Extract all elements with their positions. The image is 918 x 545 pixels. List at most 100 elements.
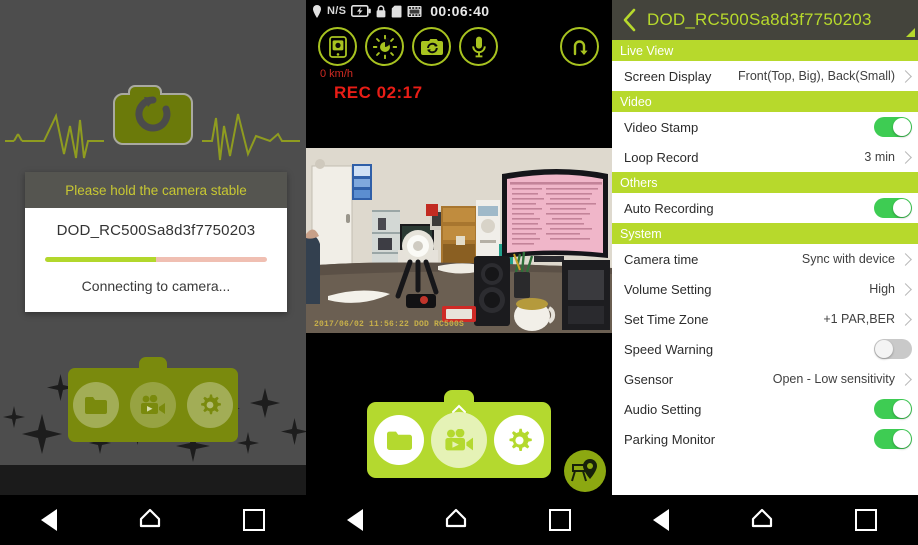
settings-row-control[interactable] bbox=[874, 399, 912, 419]
splash-bottom-strip bbox=[0, 465, 306, 495]
connection-status-text: Connecting to camera... bbox=[81, 278, 231, 294]
settings-row-label: Video Stamp bbox=[624, 119, 699, 135]
panel-connecting-splash: Please hold the camera stable DOD_RC500S… bbox=[0, 0, 306, 545]
settings-row[interactable]: Gsensor Open - Low sensitivity bbox=[612, 364, 918, 394]
speed-readout: 0 km/h bbox=[320, 68, 354, 80]
gear-icon[interactable] bbox=[494, 415, 544, 465]
toggle-switch[interactable] bbox=[874, 198, 912, 218]
toggle-switch[interactable] bbox=[874, 399, 912, 419]
resize-corner-icon bbox=[906, 28, 915, 37]
chevron-right-icon bbox=[899, 282, 912, 296]
settings-row[interactable]: Video Stamp bbox=[612, 112, 918, 142]
settings-row[interactable]: Auto Recording bbox=[612, 193, 918, 223]
settings-row[interactable]: Speed Warning bbox=[612, 334, 918, 364]
settings-row-control[interactable]: 3 min bbox=[864, 150, 912, 164]
recents-icon[interactable] bbox=[855, 509, 877, 531]
settings-row-control[interactable] bbox=[874, 198, 912, 218]
settings-row-control[interactable] bbox=[874, 429, 912, 449]
location-pin-icon bbox=[313, 4, 321, 18]
settings-row-value: High bbox=[869, 282, 895, 296]
settings-row[interactable]: Camera time Sync with device bbox=[612, 244, 918, 274]
section-header: Live View bbox=[612, 40, 918, 61]
live-video-feed[interactable]: 2017/06/02 11:56:22 DOD RC500S bbox=[306, 148, 612, 333]
android-navbar bbox=[612, 495, 918, 545]
back-icon[interactable] bbox=[41, 509, 57, 531]
settings-row-control[interactable] bbox=[874, 339, 912, 359]
toggle-knob bbox=[875, 340, 893, 358]
folder-icon bbox=[73, 382, 120, 428]
camera-status-bar: N/S 00:06:40 bbox=[306, 0, 612, 22]
screenshot-stage: Please hold the camera stable DOD_RC500S… bbox=[0, 0, 918, 545]
settings-row-value: Front(Top, Big), Back(Small) bbox=[738, 69, 895, 83]
camera-switch-icon[interactable] bbox=[412, 27, 451, 66]
settings-list: Live View Screen Display Front(Top, Big), … bbox=[612, 40, 918, 454]
settings-row-value: Open - Low sensitivity bbox=[772, 372, 895, 386]
return-arrow-icon[interactable] bbox=[560, 27, 599, 66]
settings-row-control[interactable]: Sync with device bbox=[802, 252, 912, 266]
settings-header: DOD_RC500Sa8d3f7750203 bbox=[612, 0, 918, 40]
dialog-header: Please hold the camera stable bbox=[25, 172, 287, 208]
dock-collapse-handle[interactable] bbox=[444, 390, 474, 414]
settings-row-label: Parking Monitor bbox=[624, 431, 716, 447]
camera-clock: 00:06:40 bbox=[430, 3, 490, 19]
chevron-right-icon bbox=[899, 312, 912, 326]
settings-row-value: 3 min bbox=[864, 150, 895, 164]
toggle-switch[interactable] bbox=[874, 117, 912, 137]
toggle-switch[interactable] bbox=[874, 429, 912, 449]
settings-row-label: Camera time bbox=[624, 251, 699, 267]
home-icon[interactable] bbox=[445, 508, 467, 533]
back-icon[interactable] bbox=[653, 509, 669, 531]
settings-row-label: Speed Warning bbox=[624, 341, 714, 357]
toggle-knob bbox=[893, 430, 911, 448]
connecting-dialog: Please hold the camera stable DOD_RC500S… bbox=[25, 172, 287, 312]
settings-row[interactable]: Parking Monitor bbox=[612, 424, 918, 454]
settings-row-control[interactable]: Front(Top, Big), Back(Small) bbox=[738, 69, 912, 83]
settings-row[interactable]: Volume Setting High bbox=[612, 274, 918, 304]
recents-icon[interactable] bbox=[549, 509, 571, 531]
settings-row[interactable]: Set Time Zone +1 PAR,BER bbox=[612, 304, 918, 334]
chevron-left-icon[interactable] bbox=[622, 7, 638, 33]
video-timestamp: 2017/06/02 11:56:22 DOD RC500S bbox=[314, 320, 465, 329]
settings-row[interactable]: Audio Setting bbox=[612, 394, 918, 424]
lock-icon bbox=[376, 4, 386, 17]
toggle-knob bbox=[893, 199, 911, 217]
chevron-right-icon bbox=[899, 252, 912, 266]
recents-icon[interactable] bbox=[243, 509, 265, 531]
settings-row-value: Sync with device bbox=[801, 252, 895, 266]
battery-charging-icon bbox=[351, 5, 372, 17]
settings-row-label: Volume Setting bbox=[624, 281, 712, 297]
settings-row-label: Audio Setting bbox=[624, 401, 702, 417]
settings-row-value: +1 PAR,BER bbox=[823, 312, 895, 326]
page-title: DOD_RC500Sa8d3f7750203 bbox=[647, 10, 872, 29]
toggle-knob bbox=[893, 400, 911, 418]
film-icon bbox=[407, 5, 422, 17]
dock-tab bbox=[139, 357, 167, 379]
chevron-right-icon bbox=[899, 150, 912, 164]
settings-row-label: Gsensor bbox=[624, 371, 674, 387]
video-camera-icon[interactable] bbox=[431, 412, 487, 468]
phone-snapshot-icon[interactable] bbox=[318, 27, 357, 66]
device-name: DOD_RC500Sa8d3f7750203 bbox=[56, 222, 256, 239]
connection-progress-fill bbox=[45, 257, 156, 262]
gear-icon bbox=[186, 382, 233, 428]
settings-row-control[interactable]: High bbox=[869, 282, 912, 296]
settings-row-control[interactable] bbox=[874, 117, 912, 137]
folder-icon[interactable] bbox=[374, 415, 424, 465]
toggle-switch[interactable] bbox=[874, 339, 912, 359]
settings-row[interactable]: Screen Display Front(Top, Big), Back(Smal… bbox=[612, 61, 918, 91]
settings-row-control[interactable]: +1 PAR,BER bbox=[823, 312, 912, 326]
microphone-icon[interactable] bbox=[459, 27, 498, 66]
map-pin-icon[interactable] bbox=[564, 450, 606, 492]
settings-row-label: Loop Record bbox=[624, 149, 699, 165]
home-icon[interactable] bbox=[751, 508, 773, 533]
settings-row-label: Set Time Zone bbox=[624, 311, 709, 327]
panel-live-view: N/S 00:06:40 0 km/h REC 02:17 2017/06/02… bbox=[306, 0, 612, 545]
back-icon[interactable] bbox=[347, 509, 363, 531]
settings-row[interactable]: Loop Record 3 min bbox=[612, 142, 918, 172]
android-navbar bbox=[306, 495, 612, 545]
home-icon[interactable] bbox=[139, 508, 161, 533]
chevron-right-icon bbox=[899, 69, 912, 83]
brightness-icon[interactable] bbox=[365, 27, 404, 66]
recording-indicator: REC 02:17 bbox=[334, 83, 423, 102]
settings-row-control[interactable]: Open - Low sensitivity bbox=[773, 372, 912, 386]
